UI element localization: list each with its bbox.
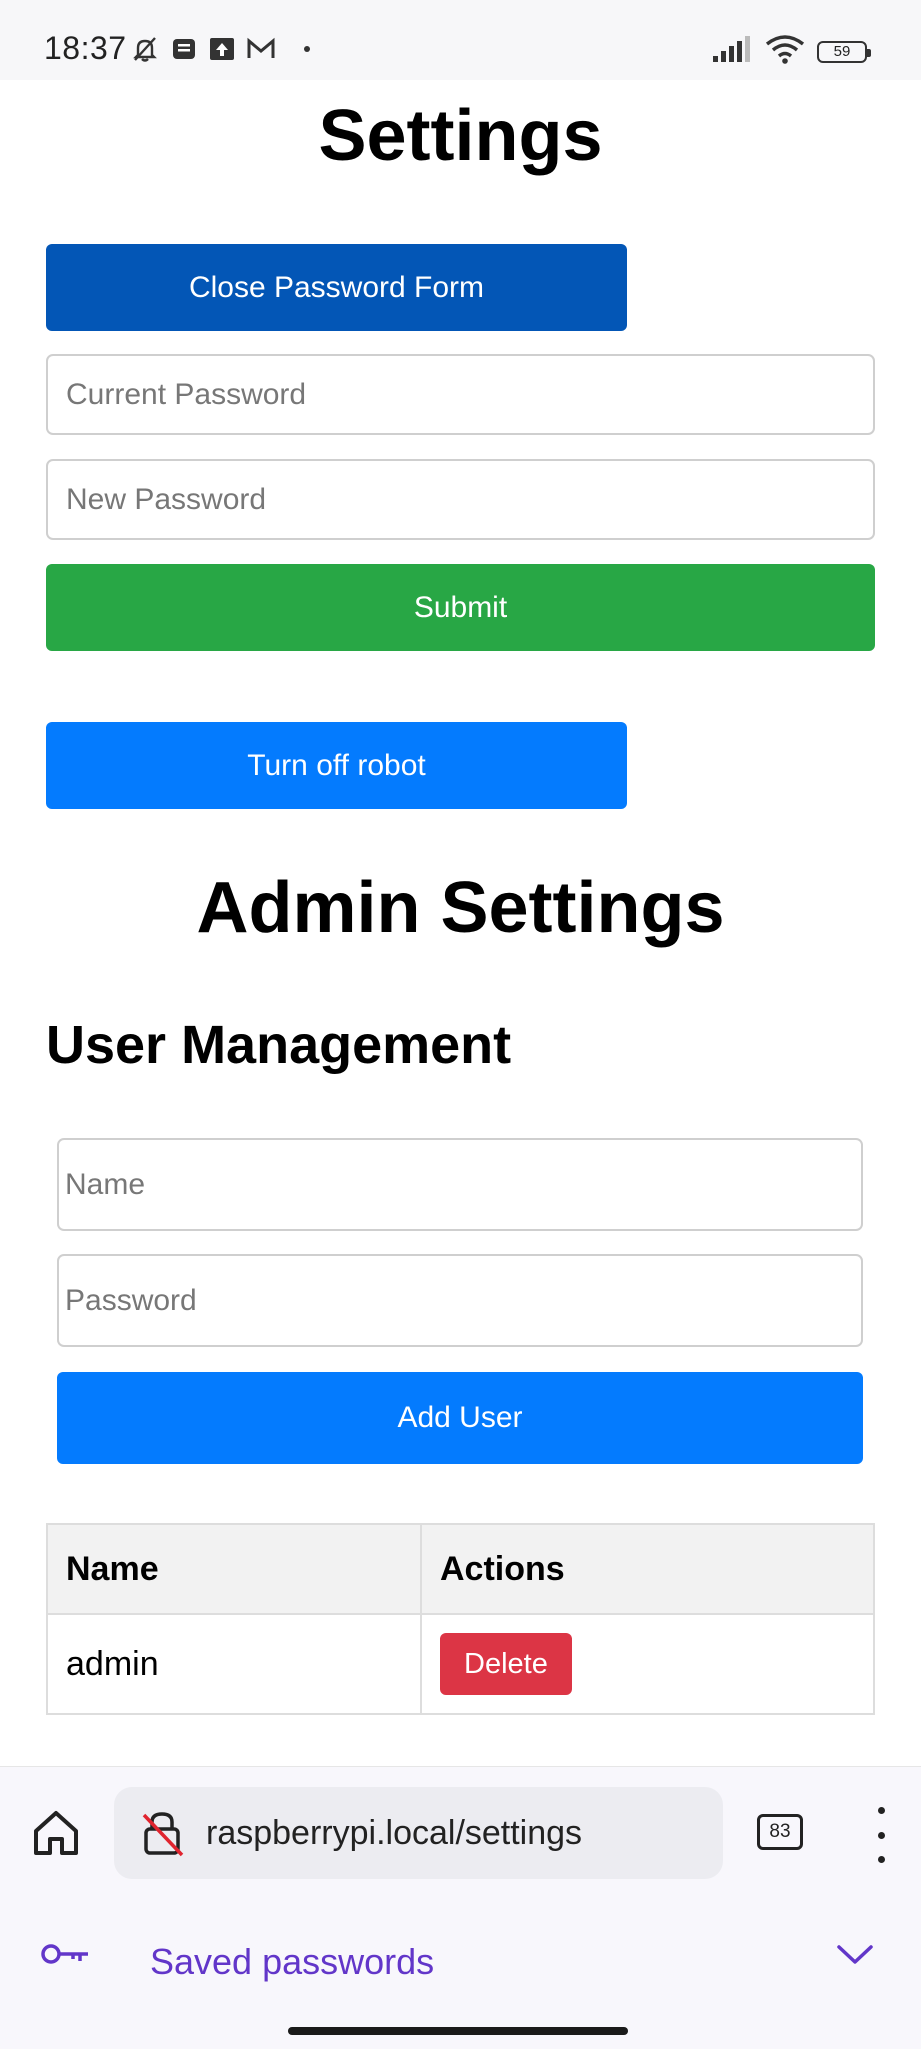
table-header-row: Name Actions [46,1523,875,1615]
add-user-button[interactable]: Add User [57,1372,863,1464]
user-table: Name Actions admin Delete [46,1523,875,1715]
submit-button[interactable]: Submit [46,564,875,651]
key-icon [40,1939,90,1974]
status-time: 18:37 [44,30,127,66]
column-header-name: Name [46,1523,422,1615]
delete-user-button[interactable]: Delete [440,1633,572,1695]
browser-toolbar: raspberrypi.local/settings 83 Saved pass… [0,1766,921,2049]
name-input[interactable]: Name [57,1138,863,1231]
status-bar: 18:37 59 [0,0,921,80]
status-dot-icon [304,46,310,52]
user-name-cell: admin [46,1613,422,1715]
admin-settings-title: Admin Settings [196,868,725,948]
status-icons-right: 59 [711,34,871,69]
home-button[interactable] [28,1807,84,1863]
message-icon [170,35,198,63]
tab-count: 83 [769,1821,791,1842]
battery-icon: 59 [817,40,871,63]
current-password-input[interactable]: Current Password [46,354,875,435]
saved-passwords-bar[interactable]: Saved passwords [0,1909,921,2009]
signal-icon [711,36,753,67]
saved-passwords-label: Saved passwords [150,1941,435,1982]
chevron-down-icon[interactable] [836,1943,874,1972]
upload-icon [208,35,236,63]
user-management-title: User Management [46,1015,512,1075]
home-icon [30,1807,82,1864]
gmail-icon [246,36,276,62]
new-password-input[interactable]: New Password [46,459,875,540]
page-title: Settings [318,96,603,176]
turn-off-robot-button[interactable]: Turn off robot [46,722,627,809]
wifi-icon [765,34,805,69]
insecure-lock-icon[interactable] [138,1809,186,1857]
more-menu-icon[interactable] [866,1807,896,1863]
tabs-button[interactable]: 83 [757,1814,803,1850]
user-actions-cell: Delete [420,1613,875,1715]
status-icons-left [130,34,310,64]
column-header-actions: Actions [420,1523,875,1615]
url-text: raspberrypi.local/settings [206,1813,583,1852]
silent-bell-icon [130,34,160,64]
table-row: admin Delete [46,1613,875,1715]
address-bar[interactable]: raspberrypi.local/settings [114,1787,723,1879]
password-input[interactable]: Password [57,1254,863,1347]
battery-level: 59 [833,43,851,60]
close-password-form-button[interactable]: Close Password Form [46,244,627,331]
gesture-nav-handle[interactable] [288,2027,628,2035]
